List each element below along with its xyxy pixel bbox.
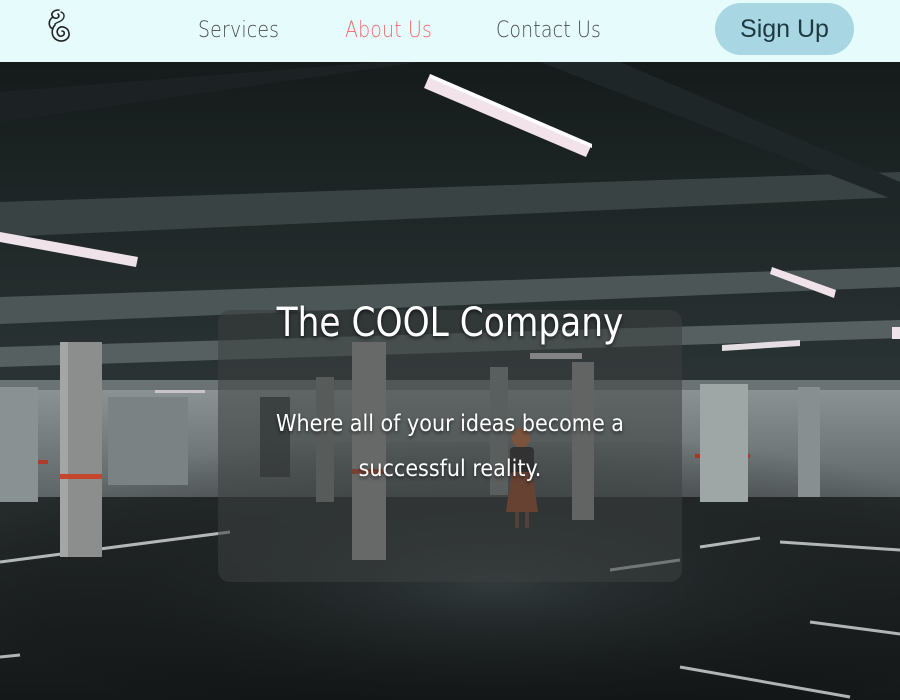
sign-up-button[interactable]: Sign Up: [715, 3, 854, 55]
spiral-logo-icon[interactable]: [45, 7, 75, 45]
nav-link-services[interactable]: Services: [198, 18, 279, 43]
hero-section: [0, 62, 900, 700]
top-navbar: Services About Us Contact Us Sign Up: [0, 0, 900, 62]
hero-title: The COOL Company: [276, 300, 624, 346]
hero-subtitle: Where all of your ideas become a success…: [276, 411, 624, 482]
nav-link-about-us[interactable]: About Us: [345, 18, 432, 43]
nav-link-contact-us[interactable]: Contact Us: [496, 18, 601, 43]
